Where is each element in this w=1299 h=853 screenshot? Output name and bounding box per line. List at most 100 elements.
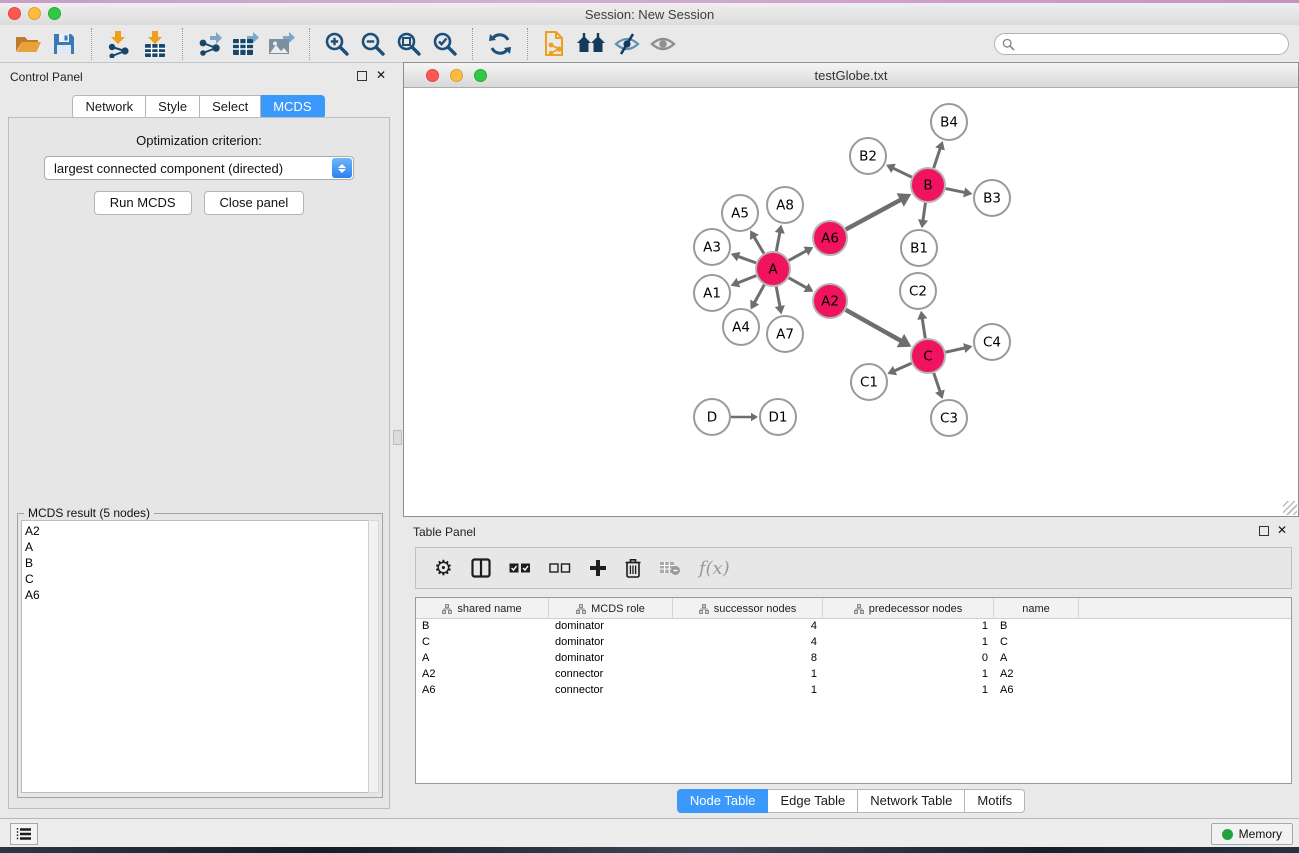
graph-node-C2[interactable]: C2 [900,273,936,309]
table-cell[interactable]: 4 [673,619,823,635]
function-builder-button[interactable]: f(x) [699,558,730,579]
graph-node-C1[interactable]: C1 [851,364,887,400]
optimization-criterion-select[interactable]: largest connected component (directed) [44,156,354,180]
graph-edge-C-C3[interactable] [934,373,940,392]
column-header-successor-nodes[interactable]: successor nodes [673,598,823,619]
graph-node-A7[interactable]: A7 [767,316,803,352]
graph-node-B4[interactable]: B4 [931,104,967,140]
zoom-in-button[interactable] [319,28,355,60]
export-image-button[interactable] [264,28,300,60]
tab-style[interactable]: Style [146,95,200,119]
graph-node-A1[interactable]: A1 [694,275,730,311]
delete-table-icon[interactable] [659,560,681,576]
network-window-titlebar[interactable]: testGlobe.txt [404,63,1298,88]
graph-node-C4[interactable]: C4 [974,324,1010,360]
graph-edge-B-B2[interactable] [893,168,912,177]
search-field[interactable] [994,33,1289,55]
table-cell[interactable]: 4 [673,635,823,651]
import-network-button[interactable] [101,28,137,60]
graph-node-A4[interactable]: A4 [723,309,759,345]
graph-node-C3[interactable]: C3 [931,400,967,436]
search-input[interactable] [1021,35,1281,53]
graph-edge-A6-B[interactable] [846,200,901,230]
table-cell[interactable]: B [994,619,1079,635]
run-mcds-button[interactable]: Run MCDS [94,191,192,215]
graph-node-A8[interactable]: A8 [767,187,803,223]
table-cell[interactable]: 1 [673,667,823,683]
graph-edge-A-A6[interactable] [789,251,807,261]
graph-node-A[interactable]: A [756,252,790,286]
mcds-result-item[interactable]: C [25,571,368,587]
graph-node-A3[interactable]: A3 [694,229,730,265]
graph-edge-C-C4[interactable] [946,348,966,352]
hide-selected-button[interactable] [609,28,645,60]
table-cell[interactable]: 8 [673,651,823,667]
graph-edge-A-A5[interactable] [754,237,764,254]
column-header-name[interactable]: name [994,598,1079,619]
table-cell[interactable]: A [994,651,1079,667]
table-cell[interactable]: dominator [549,635,673,651]
graph-node-C[interactable]: C [911,339,945,373]
save-session-button[interactable] [46,28,82,60]
column-header-shared-name[interactable]: shared name [416,598,549,619]
float-table-panel-button[interactable] [1259,526,1269,536]
show-panels-button[interactable] [10,823,38,845]
table-cell[interactable]: A [416,651,549,667]
table-cell[interactable]: A6 [416,683,549,699]
graph-edge-B-B1[interactable] [923,203,926,221]
open-session-button[interactable] [10,28,46,60]
new-network-from-file-button[interactable] [537,28,573,60]
column-header-MCDS-role[interactable]: MCDS role [549,598,673,619]
float-panel-button[interactable] [357,71,367,81]
zoom-fit-button[interactable] [391,28,427,60]
table-settings-gear-icon[interactable]: ⚙ [434,558,453,578]
column-header-predecessor-nodes[interactable]: predecessor nodes [823,598,994,619]
mcds-result-item[interactable]: A2 [25,523,368,539]
close-panel-button[interactable]: ✕ [376,68,386,82]
table-cell[interactable]: C [994,635,1079,651]
table-cell[interactable]: connector [549,667,673,683]
delete-column-trash-icon[interactable] [625,558,641,578]
select-all-icon[interactable] [509,562,531,574]
graph-edge-A-A4[interactable] [754,285,764,303]
tab-mcds[interactable]: MCDS [261,95,324,119]
graph-edge-B-B3[interactable] [946,189,966,193]
graph-node-A2[interactable]: A2 [813,284,847,318]
show-column-icon[interactable] [471,558,491,578]
table-cell[interactable]: B [416,619,549,635]
graph-node-A5[interactable]: A5 [722,195,758,231]
table-row[interactable]: Bdominator41B [416,619,1291,635]
tab-motifs[interactable]: Motifs [965,789,1025,813]
table-cell[interactable]: 0 [823,651,994,667]
tab-network[interactable]: Network [72,95,146,119]
table-cell[interactable]: 1 [823,667,994,683]
table-cell[interactable]: A2 [416,667,549,683]
graph-edge-A-A2[interactable] [789,278,807,288]
mcds-result-item[interactable]: B [25,555,368,571]
result-list-scrollbar[interactable] [368,520,379,793]
window-resize-grip[interactable] [1283,501,1297,515]
mcds-result-item[interactable]: A6 [25,587,368,603]
graph-edge-A2-C[interactable] [846,310,902,341]
table-cell[interactable]: A2 [994,667,1079,683]
deselect-all-icon[interactable] [549,562,571,574]
table-cell[interactable]: A6 [994,683,1079,699]
graph-node-B2[interactable]: B2 [850,138,886,174]
refresh-button[interactable] [482,28,518,60]
close-table-panel-button[interactable]: ✕ [1277,523,1287,537]
graph-edge-A-A1[interactable] [737,276,756,283]
table-cell[interactable]: 1 [823,619,994,635]
table-row[interactable]: A6connector11A6 [416,683,1291,699]
graph-edge-C-C1[interactable] [894,363,911,371]
table-row[interactable]: A2connector11A2 [416,667,1291,683]
tab-edge-table[interactable]: Edge Table [768,789,858,813]
graph-node-B1[interactable]: B1 [901,230,937,266]
export-table-button[interactable] [228,28,264,60]
graph-edge-A-A3[interactable] [738,256,756,263]
graph-node-A6[interactable]: A6 [813,221,847,255]
close-panel-button2[interactable]: Close panel [204,191,305,215]
table-cell[interactable]: dominator [549,651,673,667]
network-canvas[interactable]: B4B2BB3A8A5A6A3B1AC2A1A2A4A7C4CC1C3DD1 [405,88,1297,515]
zoom-out-button[interactable] [355,28,391,60]
graph-edge-B-B4[interactable] [934,148,941,168]
